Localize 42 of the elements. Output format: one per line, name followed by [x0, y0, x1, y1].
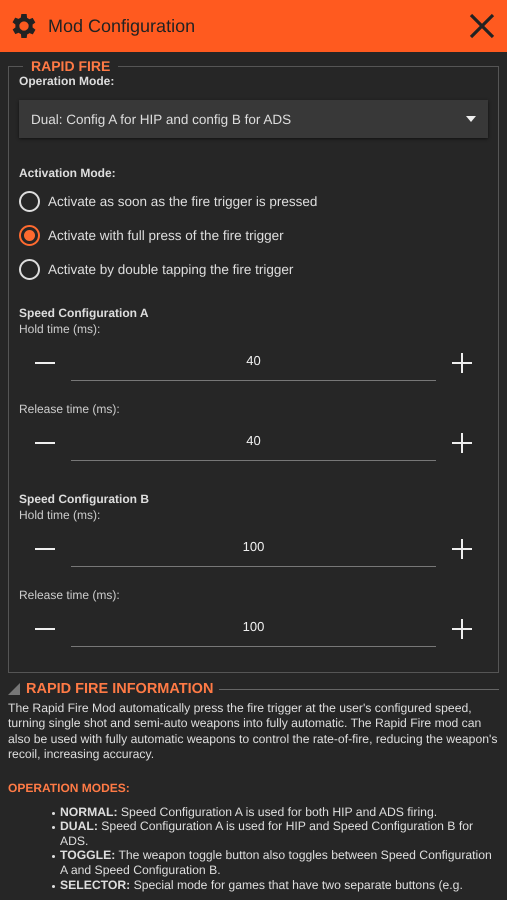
mode-description: TOGGLE: The weapon toggle button also toggles between Speed Configuration A and Speed Configuration B.: [60, 848, 493, 878]
field-label: Release time (ms):: [19, 402, 121, 416]
plus-icon: [452, 539, 472, 559]
number-field[interactable]: 40: [71, 425, 436, 461]
field-label: Operation Mode:: [19, 74, 116, 88]
minus-icon: [35, 628, 55, 630]
mode-description: SELECTOR: Special mode for games that have two separate buttons (e.g.: [60, 878, 463, 892]
field-label: Activation Mode:: [19, 166, 117, 180]
bullet-icon: [52, 855, 55, 858]
plus-icon: [452, 619, 472, 639]
config-title: Speed Configuration A: [19, 306, 150, 320]
radio-label: Activate by double tapping the fire trigger: [48, 262, 294, 276]
section-title: RAPID FIRE: [30, 58, 112, 74]
close-button[interactable]: [467, 11, 497, 41]
number-field[interactable]: 100: [71, 611, 436, 647]
radio-button[interactable]: [19, 224, 40, 246]
plus-icon: [452, 353, 472, 373]
minus-icon: [35, 442, 55, 444]
bullet-icon: [52, 812, 55, 815]
radio-label: Activate with full press of the fire trigger: [48, 228, 284, 242]
triangle-icon: [8, 683, 20, 695]
radio-label: Activate as soon as the fire trigger is pressed: [48, 194, 318, 208]
number-field[interactable]: 40: [71, 345, 436, 381]
minus-icon: [35, 548, 55, 550]
minus-icon: [35, 362, 55, 364]
bullet-icon: [52, 884, 55, 888]
plus-icon: [452, 433, 472, 453]
field-label: Release time (ms):: [19, 588, 121, 602]
caret-icon: [466, 116, 476, 122]
config-title: Speed Configuration B: [19, 492, 150, 506]
window-title: Mod Configuration: [48, 16, 196, 36]
bullet-icon: [52, 826, 55, 830]
number-field[interactable]: 100: [71, 531, 436, 567]
operation-mode-dropdown[interactable]: Dual: Config A for HIP and config B for ADS: [19, 100, 488, 138]
close-icon: [469, 13, 495, 39]
mode-description: NORMAL: Speed Configuration A is used for both HIP and ADS firing.: [60, 804, 438, 820]
field-label: Hold time (ms):: [19, 508, 102, 522]
section-title: RAPID FIRE INFORMATION: [26, 681, 214, 697]
field-label: Hold time (ms):: [19, 322, 102, 336]
subsection-title: OPERATION MODES:: [8, 780, 131, 795]
description-text: The Rapid Fire Mod automatically press the fire trigger at the user's configured speed, turning single shot and semi-auto weapons into fully automatic. The Rapid Fire mod can also be used with fully automatic weapons to control the rate-of-fire, reducing the weapon's recoil, increasing accuracy.: [8, 701, 498, 763]
mode-description: DUAL: Speed Configuration A is used for HIP and Speed Configuration B for ADS.: [60, 819, 474, 848]
